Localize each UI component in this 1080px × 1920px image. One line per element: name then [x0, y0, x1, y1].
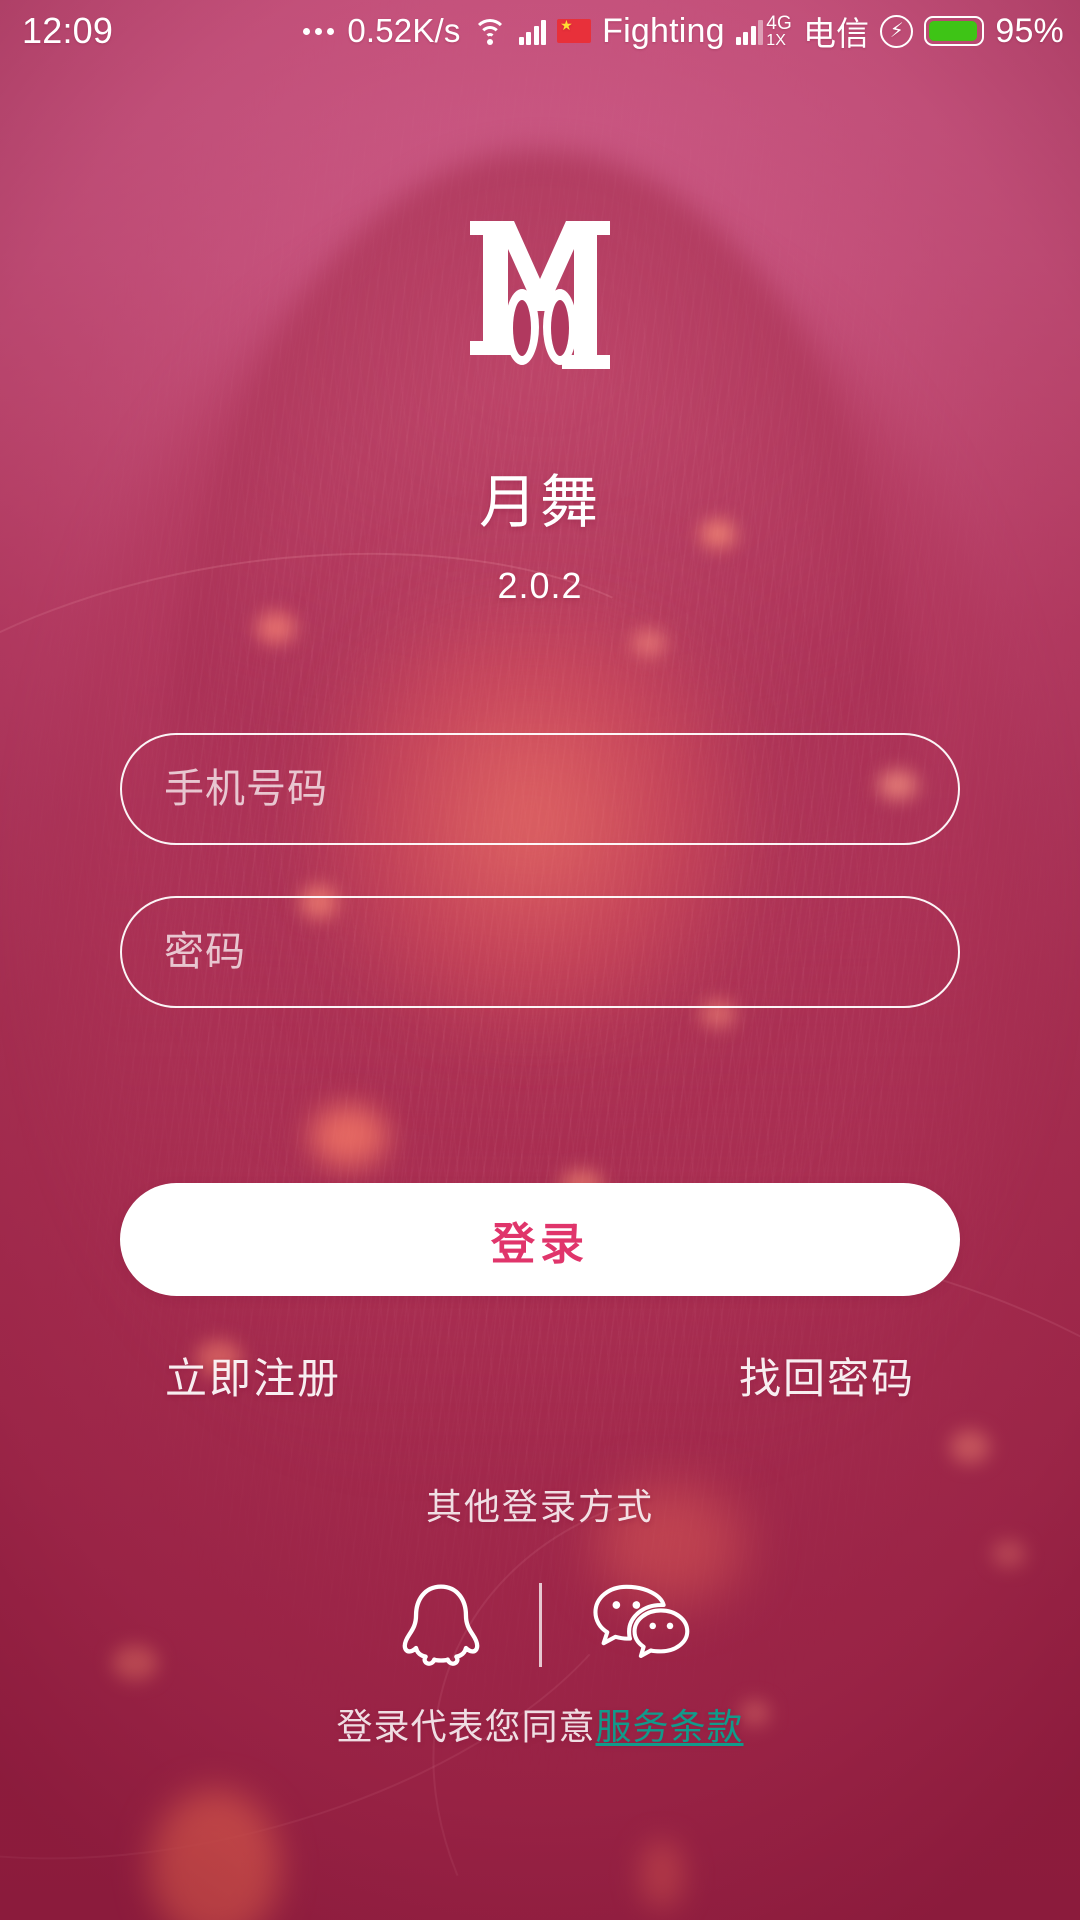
- social-divider: [538, 1583, 542, 1667]
- wechat-icon: [592, 1584, 689, 1658]
- network-type-secondary: 1X: [766, 31, 787, 49]
- battery-icon: [924, 16, 985, 46]
- wifi-icon: [472, 17, 508, 45]
- wechat-login-button[interactable]: [590, 1575, 690, 1675]
- more-dots-icon: [303, 27, 335, 35]
- forgot-password-link[interactable]: 找回密码: [739, 1345, 915, 1406]
- phone-input[interactable]: [120, 733, 960, 845]
- app-name: 月舞: [478, 470, 601, 535]
- app-version: 2.0.2: [497, 565, 583, 606]
- terms-prefix: 登录代表您同意: [336, 1706, 596, 1747]
- m-bunny-logo-icon: [470, 221, 610, 369]
- status-time: 12:09: [22, 10, 114, 51]
- china-flag-icon: [557, 17, 592, 43]
- signal-bars-icon-2: [735, 17, 764, 45]
- status-carrier: 电信: [802, 15, 870, 52]
- login-screen-content: 月舞 2.0.2 登录 立即注册 找回密码 其他登录方式: [0, 0, 1080, 1920]
- status-net-speed: 0.52K/s: [347, 12, 461, 49]
- other-login-label: 其他登录方式: [425, 1486, 654, 1527]
- status-right-cluster: 0.52K/s Fighting 4G 1X 电信 ⚡ 95%: [303, 7, 1064, 55]
- network-type-label: 4G 1X: [766, 14, 792, 49]
- register-link[interactable]: 立即注册: [165, 1345, 341, 1406]
- qq-penguin-icon: [402, 1584, 479, 1666]
- auxiliary-links: 立即注册 找回密码: [165, 1345, 915, 1406]
- status-bar: 12:09 0.52K/s Fighting 4G 1X 电信 ⚡ 95%: [0, 0, 1080, 62]
- login-button[interactable]: 登录: [120, 1183, 960, 1296]
- terms-link[interactable]: 服务条款: [596, 1706, 744, 1747]
- status-carrier-note: Fighting: [602, 11, 725, 50]
- signal-bars-icon: [518, 17, 547, 45]
- qq-login-button[interactable]: [391, 1575, 491, 1675]
- charging-bolt-icon: ⚡: [880, 14, 914, 48]
- social-login-row: [0, 1575, 1080, 1675]
- app-screen: 12:09 0.52K/s Fighting 4G 1X 电信 ⚡ 95%: [0, 0, 1080, 1920]
- terms-notice: 登录代表您同意服务条款: [0, 1698, 1080, 1750]
- status-battery-percent: 95%: [995, 11, 1064, 50]
- second-sim-group: 4G 1X: [735, 14, 792, 49]
- password-input[interactable]: [120, 896, 960, 1008]
- network-type-primary: 4G: [766, 12, 792, 34]
